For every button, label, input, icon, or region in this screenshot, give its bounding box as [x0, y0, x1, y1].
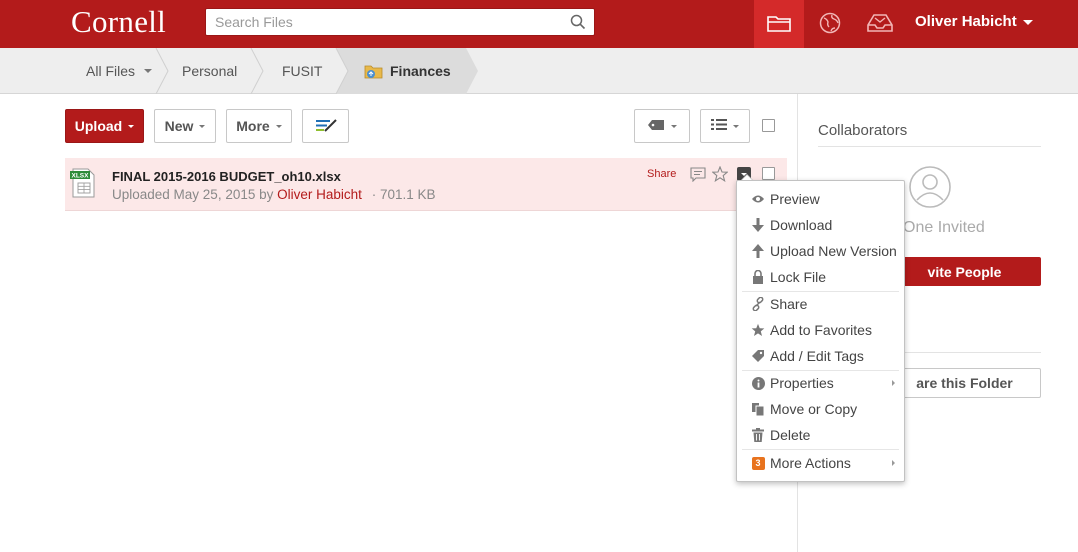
- folder-icon: [767, 14, 791, 35]
- breadcrumb-fusit[interactable]: FUSIT: [282, 48, 322, 94]
- menu-item-properties[interactable]: Properties: [737, 371, 904, 395]
- eye-icon: [751, 192, 765, 206]
- menu-item-download[interactable]: Download: [737, 213, 904, 237]
- select-all-checkbox[interactable]: [762, 119, 775, 132]
- breadcrumb-finances[interactable]: Finances: [364, 48, 451, 94]
- file-actions-menu: Preview Download Upload New Version Lock…: [736, 180, 905, 482]
- user-menu[interactable]: Oliver Habicht: [915, 13, 1033, 30]
- breadcrumb-personal[interactable]: Personal: [182, 48, 237, 94]
- search-box[interactable]: [205, 8, 595, 36]
- tag-icon: [647, 118, 665, 134]
- tag-filter-button[interactable]: [634, 109, 690, 143]
- menu-item-more-actions[interactable]: 3 More Actions: [737, 451, 904, 475]
- svg-text:XLSX: XLSX: [72, 173, 90, 180]
- menu-item-move-or-copy[interactable]: Move or Copy: [737, 397, 904, 421]
- star-icon: [751, 323, 765, 337]
- user-avatar-icon: [909, 166, 951, 211]
- web-button[interactable]: [805, 0, 855, 48]
- chevron-right-icon: [892, 380, 895, 386]
- favorite-star-icon[interactable]: [711, 165, 729, 185]
- search-icon[interactable]: [570, 14, 586, 33]
- chevron-down-icon: [144, 69, 153, 73]
- chevron-down-icon: [1022, 20, 1033, 25]
- menu-divider: [742, 449, 899, 450]
- more-button[interactable]: More: [226, 109, 292, 143]
- menu-item-share[interactable]: Share: [737, 292, 904, 316]
- view-toggle-button[interactable]: [700, 109, 750, 143]
- cornell-logo[interactable]: Cornell: [71, 4, 166, 40]
- new-button[interactable]: New: [154, 109, 216, 143]
- file-name[interactable]: FINAL 2015-2016 BUDGET_oh10.xlsx: [112, 169, 341, 184]
- tag-icon: [751, 349, 765, 363]
- menu-item-delete[interactable]: Delete: [737, 423, 904, 447]
- trash-icon: [751, 428, 765, 442]
- files-button[interactable]: [754, 0, 804, 48]
- menu-item-lock-file[interactable]: Lock File: [737, 265, 904, 289]
- chevron-down-icon: [733, 124, 739, 128]
- menu-item-add-edit-tags[interactable]: Add / Edit Tags: [737, 344, 904, 368]
- upload-button[interactable]: Upload: [65, 109, 144, 143]
- collaborators-title: Collaborators: [818, 122, 908, 139]
- notes-button[interactable]: [302, 109, 349, 143]
- link-icon: [751, 297, 765, 311]
- file-owner-link[interactable]: Oliver Habicht: [277, 187, 362, 202]
- lock-icon: [751, 270, 765, 284]
- list-view-icon: [711, 118, 727, 134]
- invited-count: One Invited: [903, 219, 985, 236]
- shared-folder-icon: [364, 63, 384, 79]
- info-icon: [751, 376, 765, 390]
- comment-icon[interactable]: [690, 167, 706, 185]
- menu-item-upload-new-version[interactable]: Upload New Version: [737, 239, 904, 263]
- file-meta: Uploaded May 25, 2015 by Oliver Habicht …: [112, 187, 436, 202]
- download-arrow-icon: [751, 218, 765, 232]
- top-bar: Cornell Oliver Habicht: [0, 0, 1078, 48]
- chevron-right-icon: [892, 460, 895, 466]
- edit-lines-icon: [314, 117, 338, 136]
- inbox-icon: [866, 13, 894, 36]
- divider: [818, 146, 1041, 147]
- chevron-down-icon: [671, 124, 677, 128]
- copy-icon: [751, 402, 765, 416]
- user-name: Oliver Habicht: [915, 13, 1017, 30]
- file-share-link[interactable]: Share: [647, 168, 676, 180]
- xlsx-file-icon: XLSX: [70, 168, 96, 201]
- file-select-checkbox[interactable]: [762, 167, 775, 180]
- chevron-down-icon: [128, 124, 135, 128]
- chevron-down-icon: [275, 124, 282, 128]
- chevron-down-icon: [199, 124, 206, 128]
- menu-item-preview[interactable]: Preview: [737, 187, 904, 211]
- search-input[interactable]: [206, 9, 556, 35]
- breadcrumb-all-files[interactable]: All Files: [86, 48, 153, 94]
- breadcrumb: All Files Personal FUSIT Finances: [0, 48, 1078, 94]
- menu-pointer-fill: [742, 175, 752, 180]
- file-row[interactable]: XLSX FINAL 2015-2016 BUDGET_oh10.xlsx Up…: [65, 158, 787, 211]
- inbox-button[interactable]: [855, 0, 905, 48]
- badge-icon: 3: [751, 456, 765, 470]
- file-size: 701.1 KB: [379, 187, 436, 202]
- globe-icon: [819, 12, 841, 37]
- upload-arrow-icon: [751, 244, 765, 258]
- menu-item-add-to-favorites[interactable]: Add to Favorites: [737, 318, 904, 342]
